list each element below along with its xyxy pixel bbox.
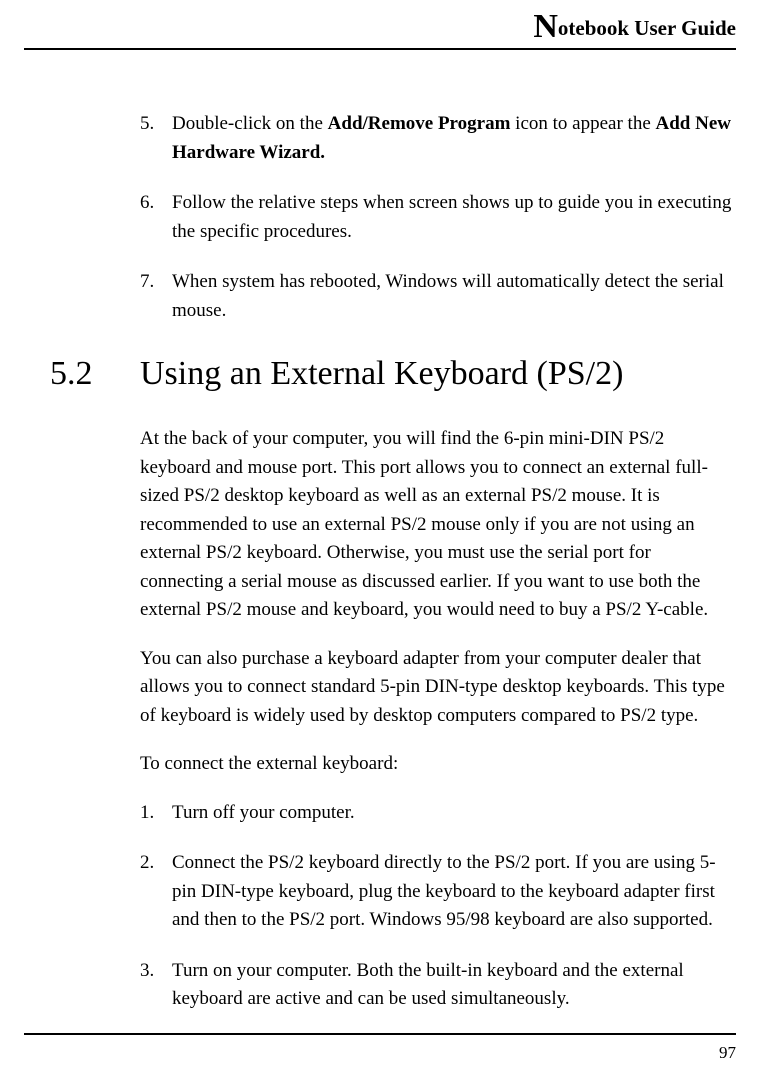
paragraph: You can also purchase a keyboard adapter…: [140, 645, 736, 731]
paragraph: To connect the external keyboard:: [140, 750, 736, 779]
list-body: Turn on your computer. Both the built-in…: [172, 957, 736, 1014]
section-number: 5.2: [50, 355, 140, 393]
page-header: Notebook User Guide: [0, 0, 760, 46]
list-number: 3.: [140, 957, 172, 1014]
page-content: 5. Double-click on the Add/Remove Progra…: [0, 50, 760, 1014]
paragraph: At the back of your computer, you will f…: [140, 425, 736, 625]
list-body: When system has rebooted, Windows will a…: [172, 268, 736, 325]
list-body: Turn off your computer.: [172, 799, 736, 828]
list-item: 1. Turn off your computer.: [140, 799, 736, 828]
header-title: Notebook User Guide: [533, 6, 736, 44]
list-item: 6. Follow the relative steps when screen…: [140, 189, 736, 246]
list-number: 7.: [140, 268, 172, 325]
header-drop-cap: N: [533, 8, 558, 46]
list-item: 5. Double-click on the Add/Remove Progra…: [140, 110, 736, 167]
section-heading: 5.2 Using an External Keyboard (PS/2): [50, 355, 736, 393]
list-number: 2.: [140, 849, 172, 935]
footer-rule: [24, 1033, 736, 1035]
list-number: 1.: [140, 799, 172, 828]
header-title-rest: otebook User Guide: [558, 16, 736, 40]
list-body: Follow the relative steps when screen sh…: [172, 189, 736, 246]
list-item: 7. When system has rebooted, Windows wil…: [140, 268, 736, 325]
section-title: Using an External Keyboard (PS/2): [140, 355, 736, 393]
list-item: 2. Connect the PS/2 keyboard directly to…: [140, 849, 736, 935]
list-number: 5.: [140, 110, 172, 167]
list-body: Double-click on the Add/Remove Program i…: [172, 110, 736, 167]
page-number: 97: [719, 1043, 736, 1063]
list-number: 6.: [140, 189, 172, 246]
list-item: 3. Turn on your computer. Both the built…: [140, 957, 736, 1014]
list-body: Connect the PS/2 keyboard directly to th…: [172, 849, 736, 935]
